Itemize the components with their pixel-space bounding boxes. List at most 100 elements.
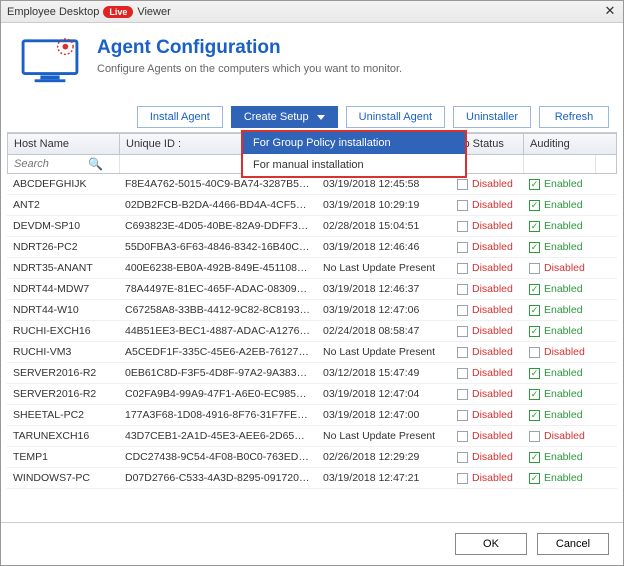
footer: OK Cancel: [1, 522, 623, 565]
cell-jp-status: Disabled: [451, 321, 523, 341]
live-badge: Live: [103, 6, 133, 18]
refresh-button[interactable]: Refresh: [539, 106, 609, 128]
checkbox-icon[interactable]: [529, 368, 540, 379]
search-input[interactable]: [14, 158, 84, 170]
create-setup-label: Create Setup: [244, 111, 309, 123]
checkbox-icon[interactable]: [529, 179, 540, 190]
checkbox-icon[interactable]: [457, 326, 468, 337]
dropdown-item-group-policy[interactable]: For Group Policy installation: [243, 132, 465, 154]
checkbox-icon[interactable]: [457, 368, 468, 379]
checkbox-icon[interactable]: [457, 242, 468, 253]
table-row[interactable]: WINDOWS7-PCD07D2766-C533-4A3D-8295-09172…: [7, 468, 617, 489]
checkbox-icon[interactable]: [529, 431, 540, 442]
checkbox-icon[interactable]: [529, 284, 540, 295]
checkbox-icon[interactable]: [457, 431, 468, 442]
header: Agent Configuration Configure Agents on …: [1, 23, 623, 100]
checkbox-icon[interactable]: [457, 284, 468, 295]
checkbox-icon[interactable]: [457, 452, 468, 463]
table-row[interactable]: NDRT44-MDW778A4497E-81EC-465F-ADAC-08309…: [7, 279, 617, 300]
table-row[interactable]: ANT202DB2FCB-B2DA-4466-BD4A-4CF586...03/…: [7, 195, 617, 216]
table-row[interactable]: TEMP1CDC27438-9C54-4F08-B0C0-763ED18...0…: [7, 447, 617, 468]
auditing-label: Disabled: [544, 430, 585, 442]
table-row[interactable]: SERVER2016-R20EB61C8D-F3F5-4D8F-97A2-9A3…: [7, 363, 617, 384]
table-row[interactable]: NDRT35-ANANT400E6238-EB0A-492B-849E-4511…: [7, 258, 617, 279]
uninstaller-button[interactable]: Uninstaller: [453, 106, 531, 128]
cell-jp-status: Disabled: [451, 468, 523, 488]
jp-status-label: Disabled: [472, 199, 513, 211]
cell-timestamp: 02/28/2018 15:04:51: [317, 216, 451, 236]
close-icon[interactable]: ✕: [603, 5, 617, 19]
table-row[interactable]: SERVER2016-R2C02FA9B4-99A9-47F1-A6E0-EC9…: [7, 384, 617, 405]
cell-jp-status: Disabled: [451, 216, 523, 236]
table-row[interactable]: DEVDM-SP10C693823E-4D05-40BE-82A9-DDFF31…: [7, 216, 617, 237]
table-row[interactable]: NDRT44-W10C67258A8-33BB-4412-9C82-8C8193…: [7, 300, 617, 321]
install-agent-button[interactable]: Install Agent: [137, 106, 223, 128]
checkbox-icon[interactable]: [457, 389, 468, 400]
auditing-label: Enabled: [544, 472, 583, 484]
cell-uid: 44B51EE3-BEC1-4887-ADAC-A1276115...: [119, 321, 317, 341]
cell-auditing: Enabled: [523, 195, 595, 215]
cell-uid: CDC27438-9C54-4F08-B0C0-763ED18...: [119, 447, 317, 467]
cell-host: SERVER2016-R2: [7, 363, 119, 383]
cell-uid: C02FA9B4-99A9-47F1-A6E0-EC985DA...: [119, 384, 317, 404]
cell-auditing: Enabled: [523, 384, 595, 404]
checkbox-icon[interactable]: [457, 305, 468, 316]
cell-auditing: Enabled: [523, 216, 595, 236]
cancel-button[interactable]: Cancel: [537, 533, 609, 555]
checkbox-icon[interactable]: [457, 347, 468, 358]
dialog-window: Employee Desktop Live Viewer ✕ Agent Con…: [0, 0, 624, 566]
jp-status-label: Disabled: [472, 262, 513, 274]
cell-uid: 78A4497E-81EC-465F-ADAC-08309805...: [119, 279, 317, 299]
checkbox-icon[interactable]: [457, 473, 468, 484]
checkbox-icon[interactable]: [529, 263, 540, 274]
checkbox-icon[interactable]: [457, 410, 468, 421]
table-row[interactable]: NDRT26-PC255D0FBA3-6F63-4846-8342-16B40C…: [7, 237, 617, 258]
uninstall-agent-button[interactable]: Uninstall Agent: [346, 106, 445, 128]
checkbox-icon[interactable]: [457, 221, 468, 232]
checkbox-icon[interactable]: [529, 347, 540, 358]
jp-status-label: Disabled: [472, 409, 513, 421]
checkbox-icon[interactable]: [529, 452, 540, 463]
cell-jp-status: Disabled: [451, 447, 523, 467]
dropdown-item-manual[interactable]: For manual installation: [243, 154, 465, 176]
checkbox-icon[interactable]: [529, 221, 540, 232]
checkbox-icon[interactable]: [457, 200, 468, 211]
checkbox-icon[interactable]: [529, 389, 540, 400]
create-setup-button[interactable]: Create Setup: [231, 106, 338, 128]
cell-timestamp: 03/19/2018 12:47:00: [317, 405, 451, 425]
jp-status-label: Disabled: [472, 472, 513, 484]
checkbox-icon[interactable]: [457, 179, 468, 190]
cell-jp-status: Disabled: [451, 300, 523, 320]
cell-uid: C693823E-4D05-40BE-82A9-DDFF313...: [119, 216, 317, 236]
agent-grid: Host Name Unique ID : Jp Status Auditing…: [7, 132, 617, 522]
jp-status-label: Disabled: [472, 304, 513, 316]
checkbox-icon[interactable]: [529, 326, 540, 337]
auditing-label: Enabled: [544, 388, 583, 400]
checkbox-icon[interactable]: [529, 473, 540, 484]
checkbox-icon[interactable]: [529, 305, 540, 316]
cell-uid: C67258A8-33BB-4412-9C82-8C81930F...: [119, 300, 317, 320]
auditing-label: Disabled: [544, 346, 585, 358]
cell-timestamp: 03/19/2018 12:47:04: [317, 384, 451, 404]
table-row[interactable]: TARUNEXCH1643D7CEB1-2A1D-45E3-AEE6-2D65B…: [7, 426, 617, 447]
cell-host: NDRT44-W10: [7, 300, 119, 320]
col-host[interactable]: Host Name: [8, 134, 120, 154]
checkbox-icon[interactable]: [529, 410, 540, 421]
ok-button[interactable]: OK: [455, 533, 527, 555]
checkbox-icon[interactable]: [457, 263, 468, 274]
jp-status-label: Disabled: [472, 241, 513, 253]
cell-uid: 400E6238-EB0A-492B-849E-451108E...: [119, 258, 317, 278]
table-row[interactable]: RUCHI-EXCH1644B51EE3-BEC1-4887-ADAC-A127…: [7, 321, 617, 342]
table-row[interactable]: RUCHI-VM3A5CEDF1F-335C-45E6-A2EB-76127E3…: [7, 342, 617, 363]
table-row[interactable]: SHEETAL-PC2177A3F68-1D08-4916-8F76-31F7F…: [7, 405, 617, 426]
checkbox-icon[interactable]: [529, 200, 540, 211]
col-audit[interactable]: Auditing: [524, 134, 596, 154]
cell-timestamp: 03/19/2018 12:46:46: [317, 237, 451, 257]
cell-auditing: Enabled: [523, 174, 595, 194]
cell-host: NDRT35-ANANT: [7, 258, 119, 278]
search-icon[interactable]: 🔍: [88, 157, 103, 171]
cell-host: DEVDM-SP10: [7, 216, 119, 236]
checkbox-icon[interactable]: [529, 242, 540, 253]
cell-jp-status: Disabled: [451, 384, 523, 404]
jp-status-label: Disabled: [472, 346, 513, 358]
